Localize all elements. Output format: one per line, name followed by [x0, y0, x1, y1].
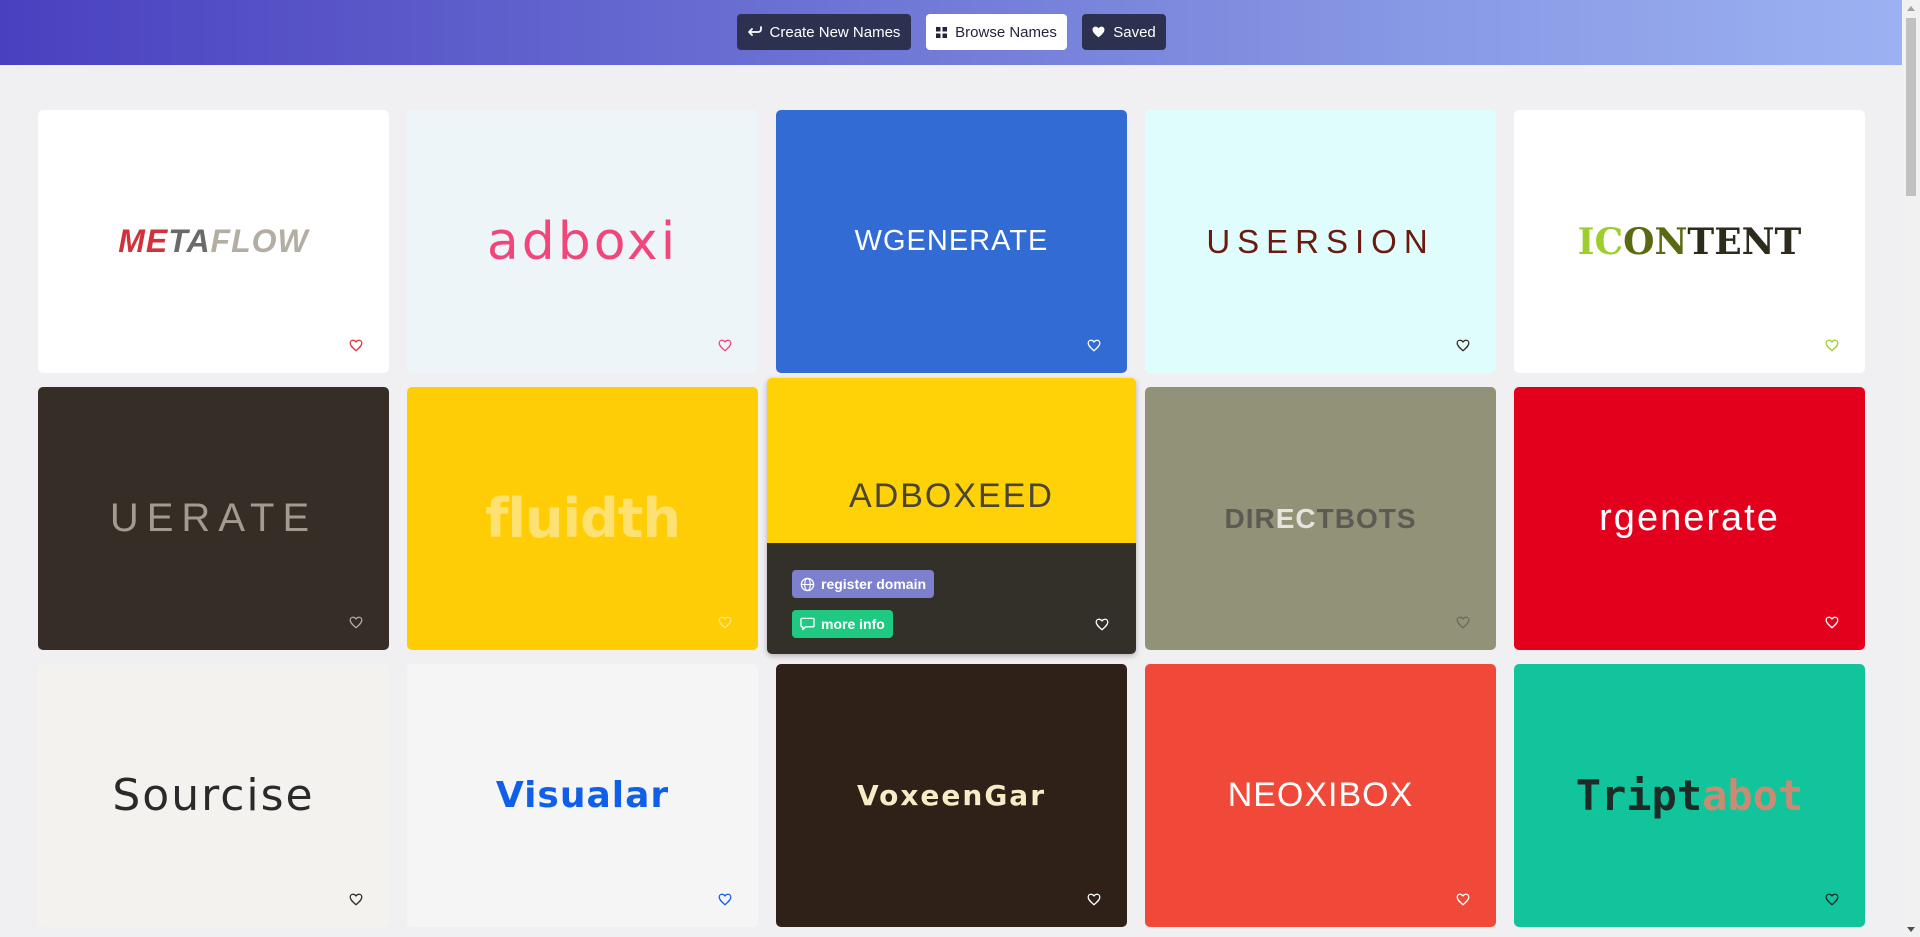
arrow-up-icon[interactable]	[1902, 0, 1920, 16]
name-card-adboxeed[interactable]: ADBOXEED register domain more info	[767, 378, 1136, 654]
card-logo: IC ON TENT	[1577, 220, 1802, 263]
card-logo: ME TA FLOW	[118, 223, 309, 259]
name-card-visualar[interactable]: Visualar	[407, 664, 758, 927]
name-card-rgenerate[interactable]: rgenerate	[1514, 387, 1865, 650]
heart-outline-icon[interactable]	[1456, 893, 1474, 909]
more-info-button[interactable]: more info	[792, 610, 893, 638]
heart-outline-icon[interactable]	[1087, 893, 1105, 909]
scrollbar-thumb[interactable]	[1906, 18, 1916, 196]
grid-icon	[936, 26, 948, 38]
card-logo: USERSION	[1206, 222, 1435, 260]
name-card-voxeengar[interactable]: VoxeenGar	[776, 664, 1127, 927]
card-logo: rgenerate	[1599, 497, 1780, 539]
heart-outline-icon[interactable]	[349, 339, 367, 355]
heart-icon	[1092, 26, 1105, 38]
name-card-icontent[interactable]: IC ON TENT	[1514, 110, 1865, 373]
create-new-names-button[interactable]: Create New Names	[737, 14, 911, 50]
heart-outline-icon[interactable]	[1456, 339, 1474, 355]
register-domain-label: register domain	[821, 576, 927, 592]
name-card-fluidth[interactable]: fluidth	[407, 387, 758, 650]
heart-outline-icon[interactable]	[718, 893, 736, 909]
name-card-directbots[interactable]: DIR EC TBOTS	[1145, 387, 1496, 650]
name-card-sourcise[interactable]: Sourcise	[38, 664, 389, 927]
heart-outline-icon[interactable]	[349, 893, 367, 909]
card-logo: DIR EC TBOTS	[1224, 502, 1417, 534]
top-navigation-bar: Create New Names Browse Names Saved	[0, 0, 1902, 65]
chat-icon	[800, 617, 815, 631]
card-logo: fluidth	[485, 487, 681, 550]
name-card-metaflow[interactable]: ME TA FLOW	[38, 110, 389, 373]
browse-names-label: Browse Names	[955, 23, 1057, 41]
card-logo: Sourcise	[112, 770, 315, 821]
name-card-triptabot[interactable]: Tript abot	[1514, 664, 1865, 927]
saved-label: Saved	[1113, 23, 1156, 41]
name-card-neoxibox[interactable]: NEOXIBOX	[1145, 664, 1496, 927]
card-logo: adboxi	[486, 211, 679, 272]
heart-outline-icon[interactable]	[1087, 339, 1105, 355]
heart-outline-icon[interactable]	[718, 339, 736, 355]
card-logo: Visualar	[495, 775, 670, 816]
browse-names-button[interactable]: Browse Names	[926, 14, 1067, 50]
card-logo: UERATE	[109, 496, 318, 540]
name-card-usersion[interactable]: USERSION	[1145, 110, 1496, 373]
create-new-names-label: Create New Names	[769, 23, 901, 41]
heart-outline-icon[interactable]	[1095, 618, 1113, 634]
card-logo: WGENERATE	[854, 225, 1049, 257]
card-logo: Tript abot	[1575, 771, 1804, 820]
card-hover-panel: register domain more info	[767, 543, 1136, 654]
heart-outline-icon[interactable]	[1456, 616, 1474, 632]
globe-icon	[800, 577, 815, 591]
heart-outline-icon[interactable]	[718, 616, 736, 632]
name-card-wgenerate[interactable]: WGENERATE	[776, 110, 1127, 373]
name-card-adboxi[interactable]: adboxi	[407, 110, 758, 373]
card-logo: VoxeenGar	[856, 779, 1047, 812]
register-domain-button[interactable]: register domain	[792, 570, 935, 598]
card-logo: NEOXIBOX	[1227, 776, 1414, 814]
name-card-uerate[interactable]: UERATE	[38, 387, 389, 650]
vertical-scrollbar[interactable]	[1902, 0, 1920, 937]
heart-outline-icon[interactable]	[1825, 339, 1843, 355]
heart-outline-icon[interactable]	[1825, 893, 1843, 909]
arrow-down-icon[interactable]	[1902, 921, 1920, 937]
saved-button[interactable]: Saved	[1082, 14, 1166, 50]
more-info-label: more info	[821, 616, 885, 632]
arrow-return-icon	[747, 26, 762, 36]
heart-outline-icon[interactable]	[349, 616, 367, 632]
heart-outline-icon[interactable]	[1825, 616, 1843, 632]
